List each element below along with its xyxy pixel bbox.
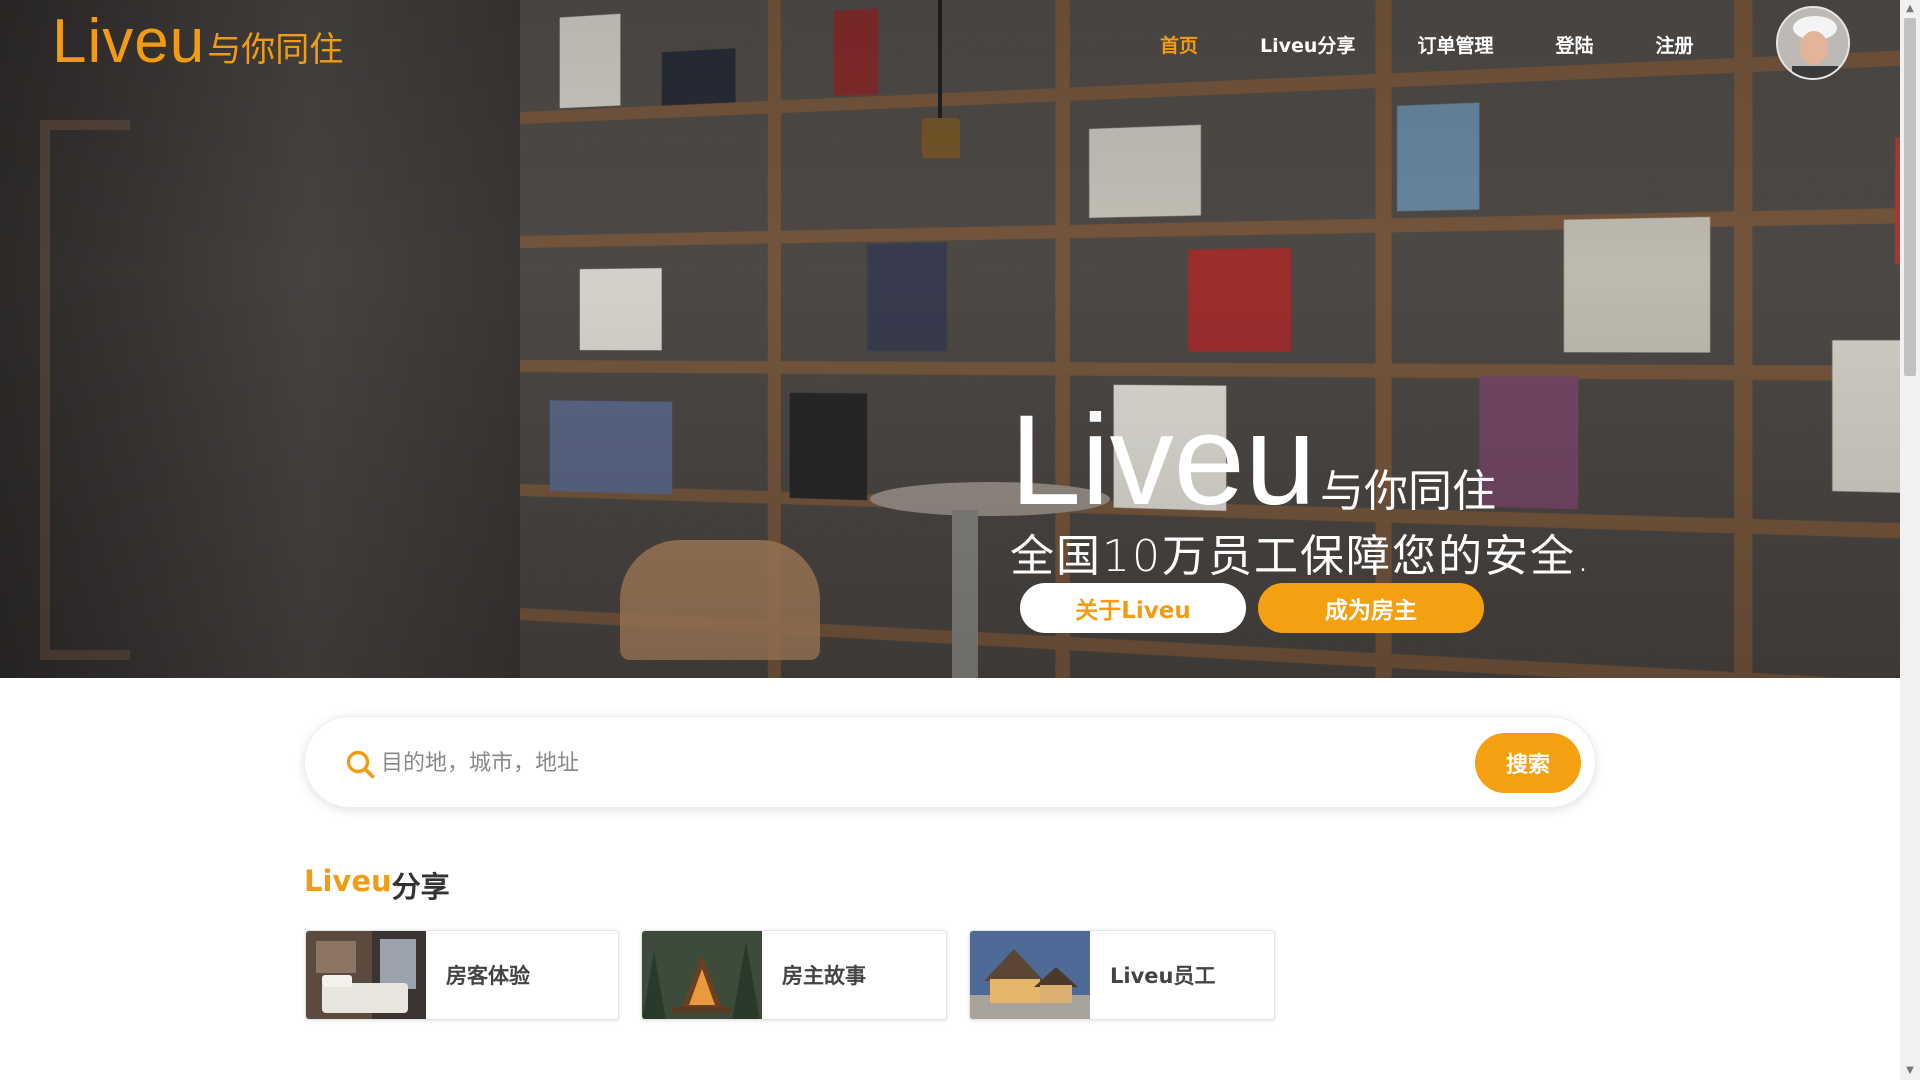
- nav-home[interactable]: 首页: [1160, 30, 1198, 62]
- about-liveu-button[interactable]: 关于Liveu: [1020, 583, 1246, 633]
- logo-text-en: Liveu: [52, 7, 206, 76]
- card-label: 房客体验: [446, 964, 530, 988]
- bedroom-photo-icon: [306, 931, 426, 1019]
- house-dusk-photo-icon: [970, 931, 1090, 1019]
- site-logo[interactable]: Liveu 与你同住: [52, 8, 343, 76]
- user-avatar[interactable]: [1776, 6, 1850, 80]
- card-label: Liveu员工: [1110, 964, 1216, 988]
- search-bar: 搜索: [304, 716, 1596, 808]
- nav-login[interactable]: 登陆: [1555, 30, 1593, 62]
- card-liveu-staff[interactable]: Liveu员工: [969, 930, 1275, 1020]
- hero-title: Liveu 与你同住: [1010, 389, 1496, 532]
- nav-order-management[interactable]: 订单管理: [1417, 30, 1493, 62]
- hero-banner: [0, 0, 1900, 678]
- card-guest-experience[interactable]: 房客体验: [305, 930, 619, 1020]
- card-label: 房主故事: [782, 964, 866, 988]
- search-button[interactable]: 搜索: [1475, 733, 1581, 793]
- section-title-en: Liveu: [304, 864, 392, 898]
- logo-text-cn: 与你同住: [207, 30, 344, 70]
- search-icon: [346, 750, 375, 779]
- hero-subtitle: 全国10万员工保障您的安全.: [1010, 531, 1592, 582]
- scroll-up-arrow-icon[interactable]: ▲: [1900, 0, 1920, 18]
- card-host-stories[interactable]: 房主故事: [641, 930, 947, 1020]
- hero-title-en: Liveu: [1010, 389, 1316, 532]
- page-scrollbar[interactable]: ▲ ▼: [1900, 0, 1920, 1080]
- become-host-button[interactable]: 成为房主: [1258, 583, 1484, 633]
- share-section-title: Liveu 分享: [304, 864, 450, 906]
- top-nav: 首页 Liveu分享 订单管理 登陆 注册: [1160, 30, 1755, 62]
- scroll-thumb[interactable]: [1904, 18, 1916, 376]
- cabin-forest-photo-icon: [642, 931, 762, 1019]
- destination-search-input[interactable]: [381, 739, 1381, 787]
- nav-register[interactable]: 注册: [1655, 30, 1693, 62]
- nav-liveu-share[interactable]: Liveu分享: [1260, 30, 1355, 62]
- section-title-cn: 分享: [391, 870, 450, 904]
- hero-title-cn: 与你同住: [1320, 466, 1496, 517]
- scroll-down-arrow-icon[interactable]: ▼: [1900, 1062, 1920, 1080]
